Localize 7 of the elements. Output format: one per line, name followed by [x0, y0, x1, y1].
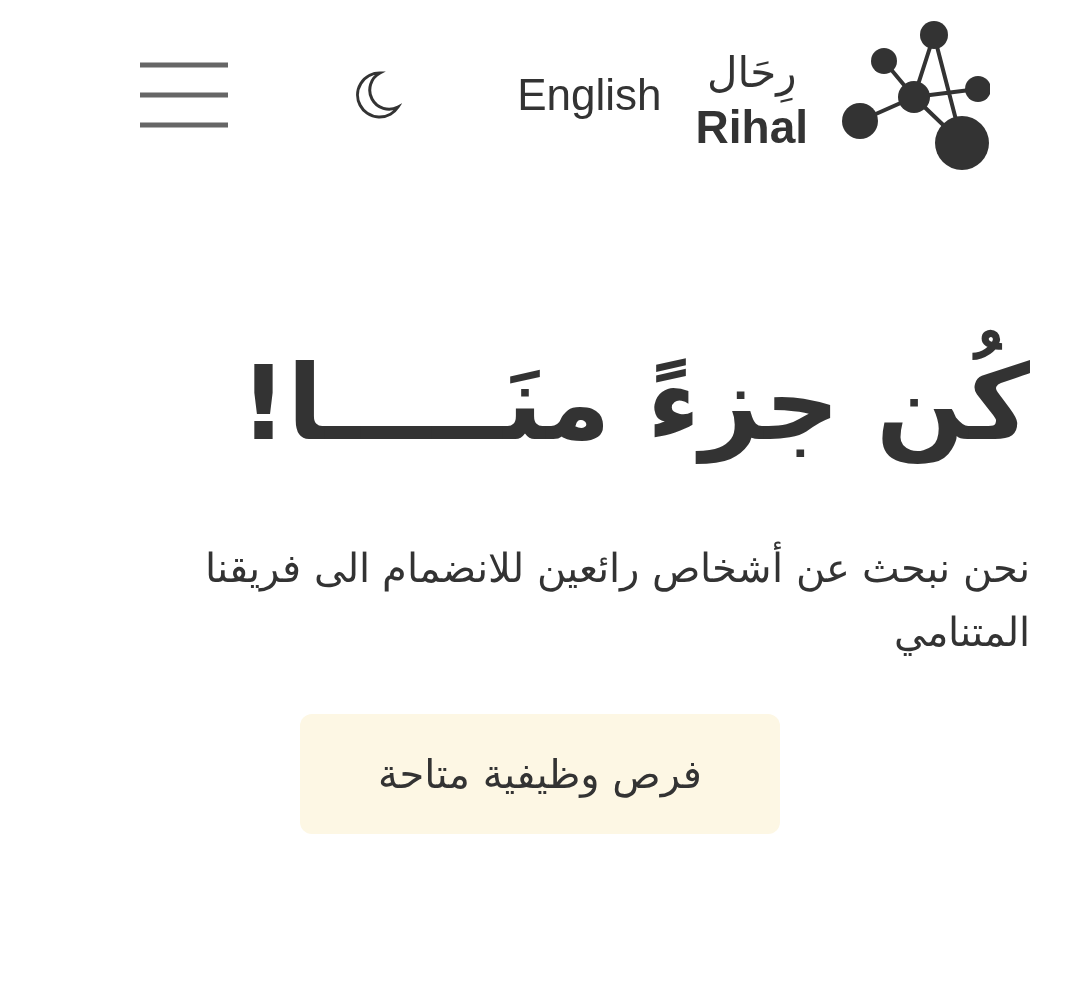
menu-icon[interactable] — [140, 61, 229, 129]
language-link[interactable]: English — [517, 70, 662, 120]
intro-text: نحن نبحث عن أشخاص رائعين للانضمام الى فريقنا المتنامي — [90, 536, 1030, 665]
logo-latin-text: Rihal — [695, 103, 808, 150]
page-heading: كُن جزءً منَـــــا! — [90, 320, 1030, 487]
logo-arabic-text: رِحَال — [707, 40, 797, 104]
job-openings-button[interactable]: فرص وظيفية متاحة — [300, 714, 780, 835]
